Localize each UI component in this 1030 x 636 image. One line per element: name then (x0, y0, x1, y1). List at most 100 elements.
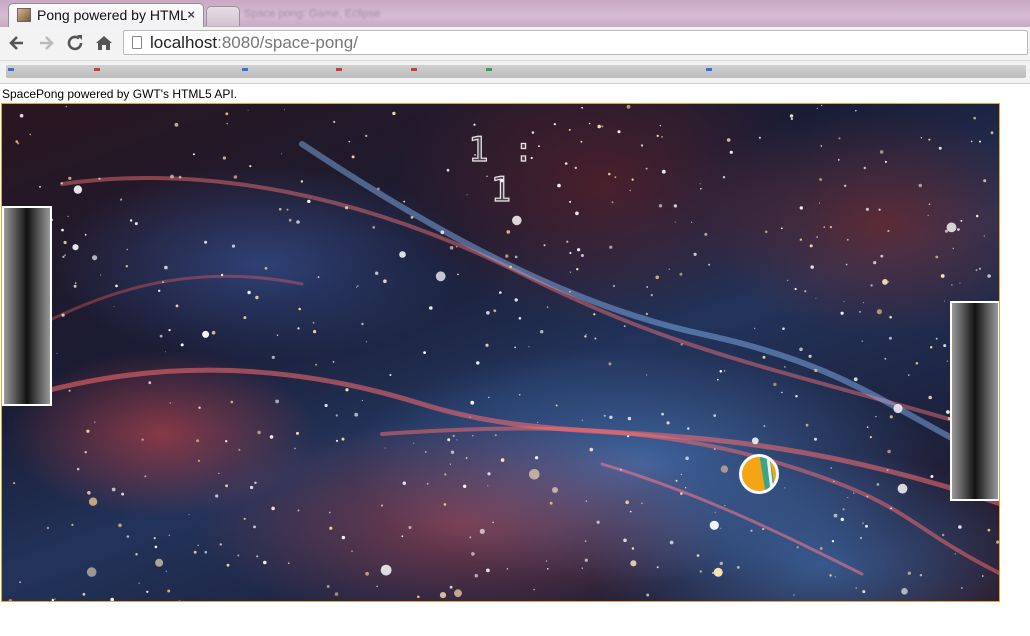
star (243, 517, 246, 520)
star (198, 406, 201, 409)
star (720, 527, 722, 529)
star (646, 374, 648, 376)
star (73, 185, 83, 194)
star (724, 504, 726, 507)
star (627, 416, 632, 421)
star (784, 487, 786, 489)
star (973, 116, 977, 120)
star (487, 485, 489, 487)
star (146, 590, 149, 593)
star (954, 553, 956, 555)
star (859, 310, 862, 313)
star (313, 330, 317, 334)
star (446, 168, 450, 172)
star (399, 251, 406, 258)
star (754, 327, 756, 330)
star (650, 293, 653, 297)
back-arrow-icon[interactable] (6, 32, 28, 54)
star (250, 485, 254, 490)
star (870, 284, 873, 287)
star (476, 361, 480, 365)
star (315, 363, 318, 366)
star (255, 295, 259, 300)
star (193, 550, 197, 554)
tab-active[interactable]: Pong powered by HTML5 × (8, 3, 204, 27)
star (500, 458, 505, 462)
star (612, 284, 616, 288)
star (975, 269, 978, 271)
star (60, 182, 63, 185)
star (324, 403, 328, 408)
star (762, 527, 765, 531)
score-display: 1 : 1 (468, 129, 536, 210)
star (514, 255, 518, 259)
star (938, 146, 942, 150)
star (784, 366, 786, 368)
star (230, 400, 234, 404)
star (879, 150, 884, 154)
star (996, 540, 999, 544)
star (717, 378, 719, 381)
star (814, 437, 817, 441)
address-bar[interactable]: localhost:8080/space-pong/ (123, 30, 1028, 55)
home-icon[interactable] (93, 32, 115, 54)
star (852, 492, 855, 494)
star (153, 537, 156, 540)
star (699, 183, 701, 185)
star (983, 179, 987, 183)
star (700, 188, 702, 190)
star (629, 510, 632, 513)
star (492, 521, 494, 524)
star (897, 483, 908, 494)
star (469, 416, 471, 418)
star (693, 252, 697, 256)
new-tab-button[interactable] (206, 6, 240, 26)
star (499, 291, 502, 294)
star (86, 429, 90, 433)
star (226, 122, 228, 125)
star (361, 322, 364, 326)
star (450, 450, 455, 454)
star (162, 281, 164, 283)
star (581, 567, 583, 569)
star (944, 229, 948, 233)
star (463, 484, 467, 488)
star (249, 165, 252, 168)
star (865, 524, 868, 528)
star (417, 595, 420, 599)
game-canvas[interactable]: 1 : 1 (1, 103, 1000, 602)
star (348, 140, 351, 143)
star (608, 172, 611, 176)
star (68, 176, 72, 180)
star (472, 435, 474, 437)
star (141, 438, 144, 441)
star (61, 228, 64, 232)
star (231, 244, 236, 248)
star (608, 362, 612, 366)
star (838, 137, 841, 140)
star (553, 123, 556, 126)
star (167, 589, 171, 593)
star (84, 233, 87, 236)
star (946, 360, 948, 362)
star (243, 316, 247, 320)
star (254, 481, 257, 484)
star (307, 199, 311, 204)
reload-icon[interactable] (64, 32, 86, 54)
star (888, 281, 890, 283)
right-paddle[interactable] (950, 301, 999, 501)
star (623, 325, 626, 328)
left-paddle[interactable] (2, 206, 52, 406)
star (930, 346, 933, 349)
star (661, 412, 664, 416)
forward-arrow-icon[interactable] (35, 32, 57, 54)
star (487, 472, 491, 476)
star (640, 144, 644, 147)
tab-close-icon[interactable]: × (187, 7, 195, 22)
star (661, 136, 663, 138)
star (723, 370, 726, 372)
star (699, 570, 702, 573)
star (192, 153, 195, 156)
star (804, 290, 807, 293)
star (593, 313, 596, 316)
